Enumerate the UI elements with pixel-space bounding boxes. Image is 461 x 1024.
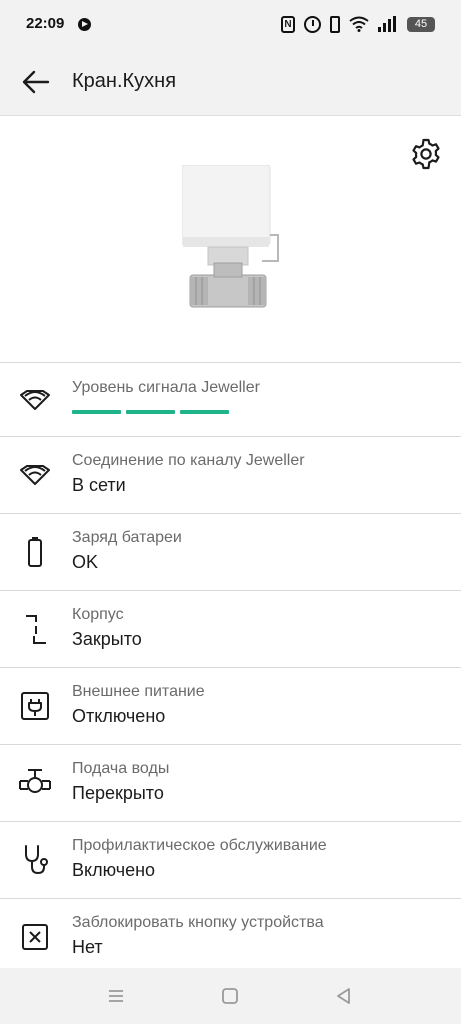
recent-apps-icon[interactable] [106,986,126,1006]
back-triangle-icon[interactable] [334,986,354,1006]
lock-button-icon [22,924,48,950]
alarm-icon [304,15,321,33]
row-value: Закрыто [72,629,142,649]
page-title: Кран.Кухня [72,70,177,92]
row-external-power[interactable]: Внешнее питание Отключено [0,668,461,745]
row-battery[interactable]: Заряд батареи OK [0,514,461,591]
device-status-list: Уровень сигнала Jeweller Соединение по к… [0,364,461,976]
row-label: Корпус [72,606,124,623]
row-label: Внешнее питание [72,683,205,700]
row-maintenance[interactable]: Профилактическое обслуживание Включено [0,822,461,899]
connection-icon [20,465,50,485]
row-label: Уровень сигнала Jeweller [72,379,260,396]
water-valve-icon [19,769,51,793]
row-connection[interactable]: Соединение по каналу Jeweller В сети [0,437,461,514]
vibrate-icon [330,15,340,33]
system-nav-bar [0,968,461,1024]
back-arrow-icon[interactable] [20,66,52,98]
row-water-supply[interactable]: Подача воды Перекрыто [0,745,461,822]
external-power-icon [21,692,49,720]
row-value: Нет [72,937,103,957]
stethoscope-icon [25,845,48,875]
row-tamper[interactable]: Корпус Закрыто [0,591,461,668]
tamper-icon [26,615,46,644]
navigation-app-icon [78,18,91,31]
signal-bar [72,410,121,414]
row-label: Подача воды [72,760,170,777]
row-value: Перекрыто [72,783,164,803]
signal-strength-icon [20,390,50,410]
battery-icon [28,537,42,567]
signal-bar [126,410,175,414]
row-lock-button[interactable]: Заблокировать кнопку устройства Нет [0,899,461,976]
wifi-icon [349,16,369,32]
row-value: Включено [72,860,156,880]
battery-status-icon: 45 [407,16,435,32]
row-value: Отключено [72,706,166,726]
row-label: Заблокировать кнопку устройства [72,914,324,931]
row-label: Профилактическое обслуживание [72,837,327,854]
row-signal-level[interactable]: Уровень сигнала Jeweller [0,364,461,437]
row-label: Соединение по каналу Jeweller [72,452,305,469]
home-icon[interactable] [220,986,240,1006]
status-bar: 22:09 N 45 [0,0,461,48]
status-icons: N 45 [281,14,435,34]
row-value: В сети [72,475,126,495]
cellular-signal-icon [378,16,396,32]
gear-icon[interactable] [409,137,443,171]
signal-bar [180,410,229,414]
row-label: Заряд батареи [72,529,182,546]
nfc-icon: N [281,15,295,33]
water-valve-device-image [182,165,279,308]
status-time: 22:09 [26,15,65,32]
device-hero [0,117,461,363]
row-value: OK [72,552,99,572]
app-bar: Кран.Кухня [0,48,461,116]
signal-level-bars [72,410,229,414]
